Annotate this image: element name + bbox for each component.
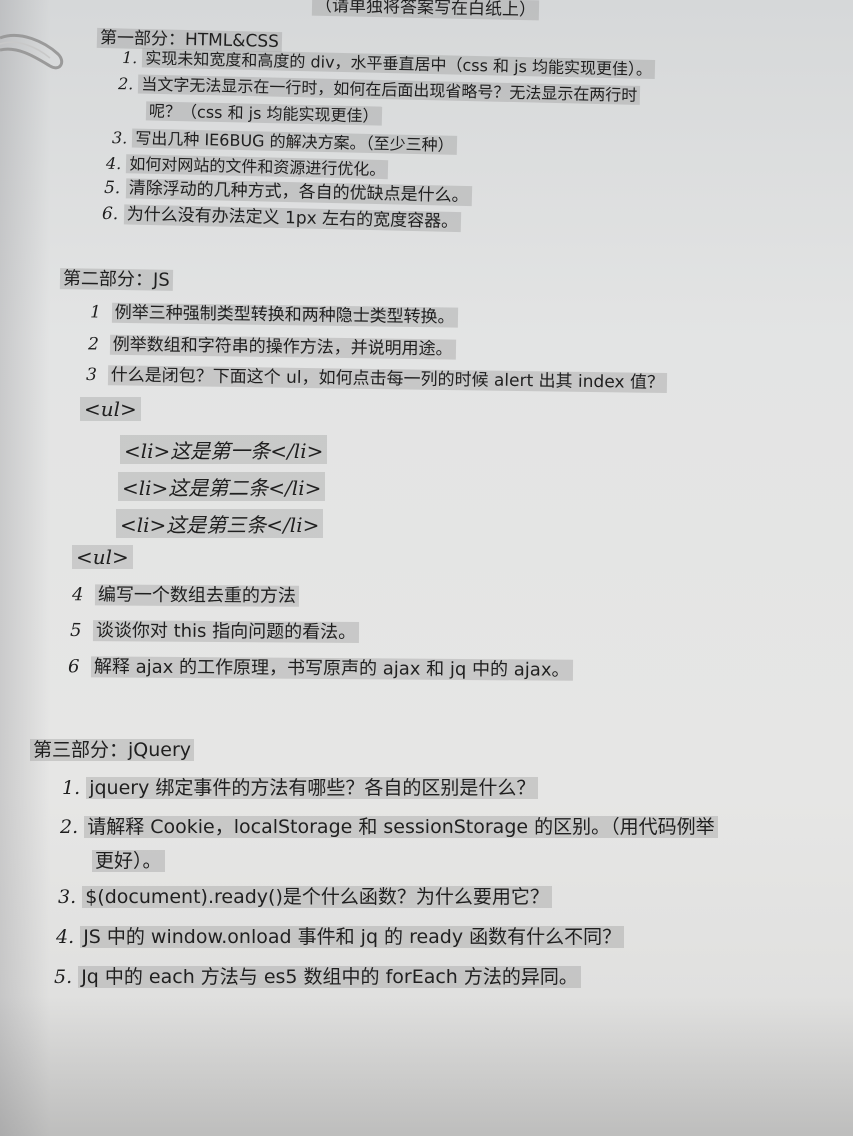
s3-item-2: 2. 请解释 Cookie，localStorage 和 sessionStor… bbox=[60, 816, 718, 839]
exam-paper-photo: （请单独将答案写在白纸上） 第一部分：HTML&CSS 1. 实现未知宽度和高度… bbox=[0, 0, 853, 1136]
section-3-title: 第三部分：jQuery bbox=[30, 735, 195, 762]
s3-item-3: 3. $(document).ready()是个什么函数？为什么要用它？ bbox=[58, 886, 552, 909]
s3-item-1: 1. jquery 绑定事件的方法有哪些？各自的区别是什么？ bbox=[62, 777, 539, 800]
s2-item-6: 6 解释 ajax 的工作原理，书写原声的 ajax 和 jq 中的 ajax。 bbox=[68, 656, 573, 681]
code-line-ul-open: <ul> bbox=[80, 397, 141, 421]
s1-item-5: 5. 清除浮动的几种方式，各自的优缺点是什么。 bbox=[104, 178, 472, 207]
section-2-title: 第二部分：JS bbox=[59, 264, 173, 292]
paper-clip-icon bbox=[0, 33, 64, 70]
code-line-ul-close: <ul> bbox=[72, 545, 133, 569]
s3-item-4: 4. JS 中的 window.onload 事件和 jq 的 ready 函数… bbox=[56, 926, 625, 949]
s1-item-3: 3. 写出几种 IE6BUG 的解决方案。（至少三种） bbox=[112, 128, 457, 155]
s2-item-2: 2 例举数组和字符串的操作方法，并说明用途。 bbox=[88, 334, 456, 360]
s1-item-4: 4. 如何对网站的文件和资源进行优化。 bbox=[106, 154, 389, 180]
code-line-li-1: <li>这是第一条</li> bbox=[120, 435, 328, 464]
s3-item-2-cont: 更好）。 bbox=[92, 850, 165, 873]
s1-item-6: 6. 为什么没有办法定义 1px 左右的宽度容器。 bbox=[102, 204, 462, 233]
s2-item-3: 3 什么是闭包？下面这个 ul，如何点击每一列的时候 alert 出其 inde… bbox=[86, 365, 668, 394]
page-shadow-bottom bbox=[0, 996, 853, 1136]
code-line-li-3: <li>这是第三条</li> bbox=[116, 509, 324, 538]
page-shadow-left bbox=[0, 0, 50, 1136]
top-note: （请单独将答案写在白纸上） bbox=[311, 0, 540, 21]
s2-item-4: 4 编写一个数组去重的方法 bbox=[72, 584, 299, 607]
s1-item-2-cont: 呢？（css 和 js 均能实现更佳） bbox=[145, 101, 382, 126]
s2-item-1: 1 例举三种强制类型转换和两种隐士类型转换。 bbox=[90, 302, 458, 328]
code-line-li-2: <li>这是第二条</li> bbox=[118, 472, 326, 501]
s3-item-5: 5. Jq 中的 each 方法与 es5 数组中的 forEach 方法的异同… bbox=[54, 966, 581, 989]
s1-item-1: 1. 实现未知宽度和高度的 div，水平垂直居中（css 和 js 均能实现更佳… bbox=[122, 48, 656, 80]
s1-item-2: 2. 当文字无法显示在一行时，如何在后面出现省略号？无法显示在两行时 bbox=[118, 74, 641, 105]
s2-item-5: 5 谈谈你对 this 指向问题的看法。 bbox=[70, 620, 360, 644]
